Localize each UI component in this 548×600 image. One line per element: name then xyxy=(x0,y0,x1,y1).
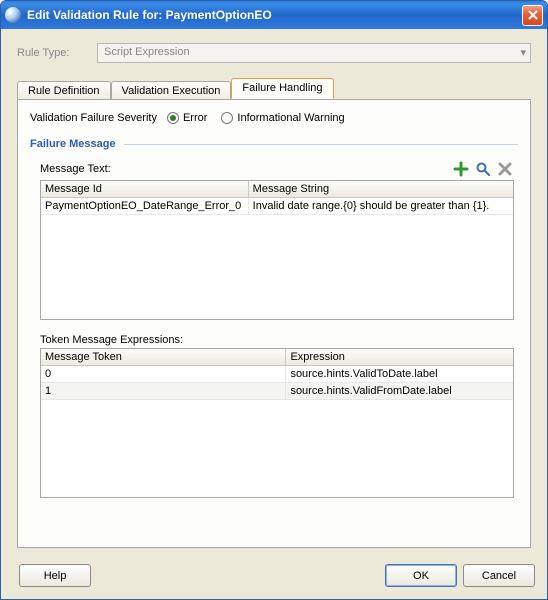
titlebar: Edit Validation Rule for: PaymentOptionE… xyxy=(1,1,547,29)
radio-label: Informational Warning xyxy=(237,112,344,124)
dialog-window: Edit Validation Rule for: PaymentOptionE… xyxy=(0,0,548,600)
col-message-id[interactable]: Message Id xyxy=(41,181,249,197)
add-message-button[interactable] xyxy=(452,160,470,178)
tab-bar: Rule Definition Validation Execution Fai… xyxy=(17,77,531,99)
cancel-button[interactable]: Cancel xyxy=(463,564,535,587)
rule-type-value: Script Expression xyxy=(104,46,190,58)
search-message-button[interactable] xyxy=(474,160,492,178)
severity-row: Validation Failure Severity Error Inform… xyxy=(30,112,518,124)
radio-label: Error xyxy=(183,112,207,124)
message-text-label: Message Text: xyxy=(40,163,111,175)
content-area: Rule Type: Script Expression ▾ Rule Defi… xyxy=(1,29,547,556)
chevron-down-icon: ▾ xyxy=(520,46,526,59)
cell-message-id[interactable]: PaymentOptionEO_DateRange_Error_0 xyxy=(41,198,249,214)
tab-failure-handling[interactable]: Failure Handling xyxy=(231,78,333,99)
help-button[interactable]: Help xyxy=(19,564,91,587)
failure-message-group: Failure Message Message Text: xyxy=(30,138,518,539)
col-expression[interactable]: Expression xyxy=(286,349,513,365)
rule-type-label: Rule Type: xyxy=(17,47,97,59)
group-divider xyxy=(124,144,518,145)
cell-message-string[interactable]: Invalid date range.{0} should be greater… xyxy=(249,198,513,214)
cell-expression[interactable]: source.hints.ValidFromDate.label xyxy=(286,383,513,399)
rule-type-row: Rule Type: Script Expression ▾ xyxy=(17,43,531,63)
window-title: Edit Validation Rule for: PaymentOptionE… xyxy=(27,8,522,22)
plus-icon xyxy=(453,161,469,177)
message-table: Message Id Message String PaymentOptionE… xyxy=(40,180,514,320)
radio-informational-warning[interactable]: Informational Warning xyxy=(221,112,344,124)
table-body: PaymentOptionEO_DateRange_Error_0 Invali… xyxy=(41,198,513,319)
app-icon xyxy=(5,7,21,23)
radio-error[interactable]: Error xyxy=(167,112,207,124)
table-row[interactable]: 0 source.hints.ValidToDate.label xyxy=(41,366,513,383)
cell-token[interactable]: 1 xyxy=(41,383,286,399)
table-header: Message Token Expression xyxy=(41,349,513,366)
cell-expression[interactable]: source.hints.ValidToDate.label xyxy=(286,366,513,382)
delete-icon xyxy=(497,161,513,177)
close-button[interactable] xyxy=(522,5,543,26)
radio-dot-icon xyxy=(167,112,179,124)
delete-message-button[interactable] xyxy=(496,160,514,178)
col-message-token[interactable]: Message Token xyxy=(41,349,286,365)
group-title: Failure Message xyxy=(30,138,116,150)
rule-type-select[interactable]: Script Expression ▾ xyxy=(97,43,531,63)
table-body: 0 source.hints.ValidToDate.label 1 sourc… xyxy=(41,366,513,497)
table-row[interactable]: 1 source.hints.ValidFromDate.label xyxy=(41,383,513,400)
tab-rule-definition[interactable]: Rule Definition xyxy=(17,81,111,100)
message-text-row: Message Text: xyxy=(40,160,514,178)
group-body: Message Text: xyxy=(30,156,518,539)
col-message-string[interactable]: Message String xyxy=(249,181,513,197)
dialog-footer: Help OK Cancel xyxy=(1,556,547,599)
ok-button[interactable]: OK xyxy=(385,564,457,587)
tab-label: Rule Definition xyxy=(28,85,100,97)
tab-label: Validation Execution xyxy=(122,85,221,97)
radio-dot-icon xyxy=(221,112,233,124)
tab-panel-failure-handling: Validation Failure Severity Error Inform… xyxy=(17,99,531,548)
token-label: Token Message Expressions: xyxy=(40,334,514,346)
tab-validation-execution[interactable]: Validation Execution xyxy=(111,81,232,100)
message-toolbar xyxy=(452,160,514,178)
cell-token[interactable]: 0 xyxy=(41,366,286,382)
table-header: Message Id Message String xyxy=(41,181,513,198)
tab-label: Failure Handling xyxy=(242,82,322,94)
group-header: Failure Message xyxy=(30,138,518,150)
search-icon xyxy=(475,161,491,177)
close-icon xyxy=(528,10,538,20)
token-table: Message Token Expression 0 source.hints.… xyxy=(40,348,514,498)
severity-label: Validation Failure Severity xyxy=(30,112,157,124)
table-row[interactable]: PaymentOptionEO_DateRange_Error_0 Invali… xyxy=(41,198,513,215)
